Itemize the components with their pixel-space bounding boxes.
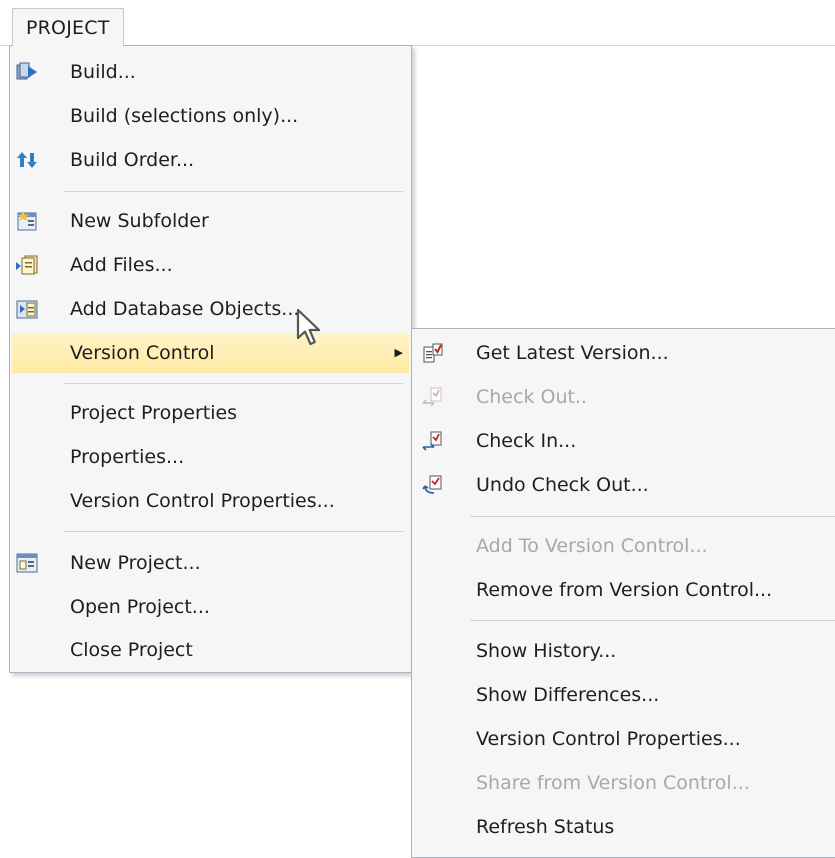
submenu-item-undo-check-out[interactable]: Undo Check Out... — [414, 465, 833, 505]
undo-check-out-icon — [422, 475, 442, 494]
submenu-item-show-differences[interactable]: Show Differences... — [414, 675, 833, 715]
menu-item-add-database-objects[interactable]: Add Database Objects... — [12, 289, 409, 329]
new-project-icon — [16, 553, 38, 573]
menu-item-label: Add To Version Control... — [476, 535, 708, 557]
submenu-item-share-from-version-control[interactable]: Share from Version Control... — [414, 763, 833, 803]
menu-separator — [64, 383, 403, 384]
menu-item-new-subfolder[interactable]: New Subfolder — [12, 201, 409, 241]
menu-item-label: Build Order... — [70, 149, 195, 171]
submenu-item-get-latest-version[interactable]: Get Latest Version... — [414, 333, 833, 373]
check-in-icon — [422, 431, 442, 451]
menu-item-close-project[interactable]: Close Project — [12, 630, 409, 670]
menu-item-label: Close Project — [70, 639, 193, 661]
menu-item-label: Check Out.. — [476, 386, 588, 408]
menu-item-label: New Project... — [70, 552, 201, 574]
menu-item-build-order[interactable]: Build Order... — [12, 140, 409, 180]
submenu-item-show-history[interactable]: Show History... — [414, 631, 833, 671]
get-latest-version-icon — [423, 343, 443, 363]
menu-item-label: Version Control — [70, 342, 215, 364]
menu-separator — [470, 516, 835, 517]
menu-item-add-files[interactable]: Add Files... — [12, 245, 409, 285]
menu-item-properties[interactable]: Properties... — [12, 437, 409, 477]
menu-item-new-project[interactable]: New Project... — [12, 543, 409, 583]
new-subfolder-icon — [17, 211, 37, 231]
menu-item-label: Add Database Objects... — [70, 298, 300, 320]
menu-item-version-control[interactable]: Version Control ▶ — [12, 333, 409, 373]
menu-item-label: Open Project... — [70, 596, 210, 618]
submenu-item-remove-from-version-control[interactable]: Remove from Version Control... — [414, 570, 833, 610]
submenu-item-check-out[interactable]: Check Out.. — [414, 377, 833, 417]
menu-item-label: New Subfolder — [70, 210, 209, 232]
menu-item-label: Check In... — [476, 430, 577, 452]
add-files-icon — [16, 255, 38, 275]
menu-item-label: Build (selections only)... — [70, 105, 299, 127]
project-menu: Build... Build (selections only)... Buil… — [9, 45, 412, 673]
menu-separator — [470, 620, 835, 621]
check-out-icon — [422, 387, 442, 407]
menu-item-label: Build... — [70, 61, 136, 83]
menu-item-build[interactable]: Build... — [12, 52, 409, 92]
mouse-cursor-icon — [296, 308, 321, 346]
submenu-item-add-to-version-control[interactable]: Add To Version Control... — [414, 526, 833, 566]
menu-separator — [64, 191, 403, 192]
build-order-icon — [17, 152, 37, 168]
submenu-item-version-control-properties[interactable]: Version Control Properties... — [414, 719, 833, 759]
menu-item-project-properties[interactable]: Project Properties — [12, 393, 409, 433]
add-database-objects-icon — [16, 300, 38, 319]
menubar-project[interactable]: PROJECT — [12, 8, 124, 46]
menu-item-label: Properties... — [70, 446, 185, 468]
menu-item-label: Undo Check Out... — [476, 474, 649, 496]
menu-separator — [64, 531, 403, 532]
menu-item-open-project[interactable]: Open Project... — [12, 587, 409, 627]
menu-item-label: Show History... — [476, 640, 617, 662]
menu-item-label: Project Properties — [70, 402, 238, 424]
menu-item-label: Get Latest Version... — [476, 342, 669, 364]
build-icon — [16, 62, 37, 80]
menu-item-label: Share from Version Control... — [476, 772, 750, 794]
menu-item-build-selections[interactable]: Build (selections only)... — [12, 96, 409, 136]
menu-item-label: Show Differences... — [476, 684, 660, 706]
submenu-item-check-in[interactable]: Check In... — [414, 421, 833, 461]
submenu-item-refresh-status[interactable]: Refresh Status — [414, 807, 833, 847]
menu-item-label: Add Files... — [70, 254, 173, 276]
version-control-submenu: Get Latest Version... Check Out.. Check … — [411, 328, 835, 858]
submenu-arrow-icon: ▶ — [394, 346, 403, 359]
menu-item-label: Version Control Properties... — [70, 490, 335, 512]
menu-item-label: Refresh Status — [476, 816, 615, 838]
menu-item-label: Remove from Version Control... — [476, 579, 773, 601]
menu-item-label: Version Control Properties... — [476, 728, 741, 750]
menu-item-version-control-properties[interactable]: Version Control Properties... — [12, 481, 409, 521]
